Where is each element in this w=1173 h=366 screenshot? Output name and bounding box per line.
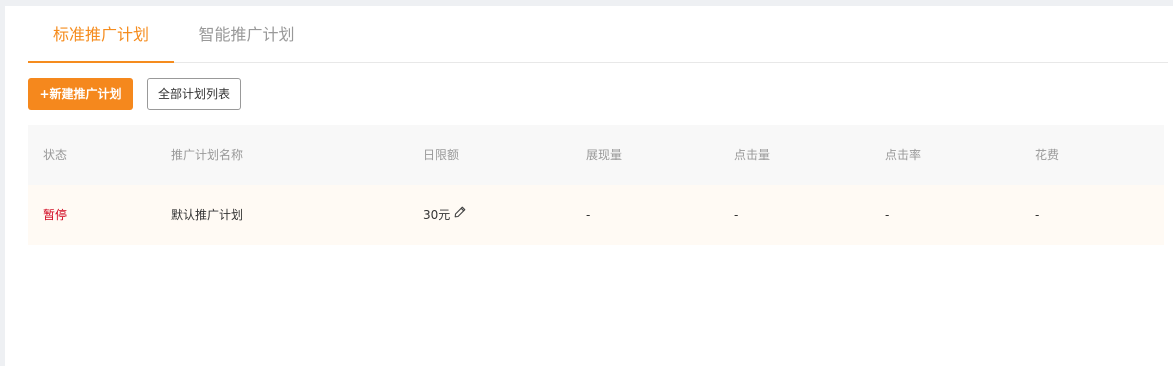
header-plan-name: 推广计划名称 <box>171 148 244 162</box>
tab-smart-plans[interactable]: 智能推广计划 <box>188 6 305 62</box>
main-panel: 标准推广计划 智能推广计划 +新建推广计划 全部计划列表 状态 推广计划名称 日… <box>5 6 1173 366</box>
new-plan-button[interactable]: +新建推广计划 <box>28 78 133 110</box>
impressions-value: - <box>586 208 591 222</box>
status-badge: 暂停 <box>43 208 68 222</box>
clicks-value: - <box>734 208 739 222</box>
tab-standard-plans[interactable]: 标准推广计划 <box>28 6 174 63</box>
all-plans-list-button[interactable]: 全部计划列表 <box>147 78 241 110</box>
header-cost: 花费 <box>1035 148 1060 162</box>
daily-limit-cell: 30元 <box>423 185 466 245</box>
header-impressions: 展现量 <box>586 148 623 162</box>
table-header-row: 状态 推广计划名称 日限额 展现量 点击量 点击率 花费 <box>28 125 1164 185</box>
header-ctr: 点击率 <box>885 148 922 162</box>
header-clicks: 点击量 <box>734 148 771 162</box>
daily-limit-value: 30元 <box>423 208 451 222</box>
ctr-value: - <box>885 208 890 222</box>
plans-table: 状态 推广计划名称 日限额 展现量 点击量 点击率 花费 暂停 默认推广计划 3… <box>28 125 1164 245</box>
pencil-icon[interactable] <box>454 184 466 244</box>
plan-name: 默认推广计划 <box>171 208 244 222</box>
tab-bar: 标准推广计划 智能推广计划 <box>28 6 1168 63</box>
header-daily-limit: 日限额 <box>423 148 460 162</box>
cost-value: - <box>1035 208 1040 222</box>
table-row: 暂停 默认推广计划 30元 - - - - <box>28 185 1164 245</box>
header-status: 状态 <box>43 148 68 162</box>
